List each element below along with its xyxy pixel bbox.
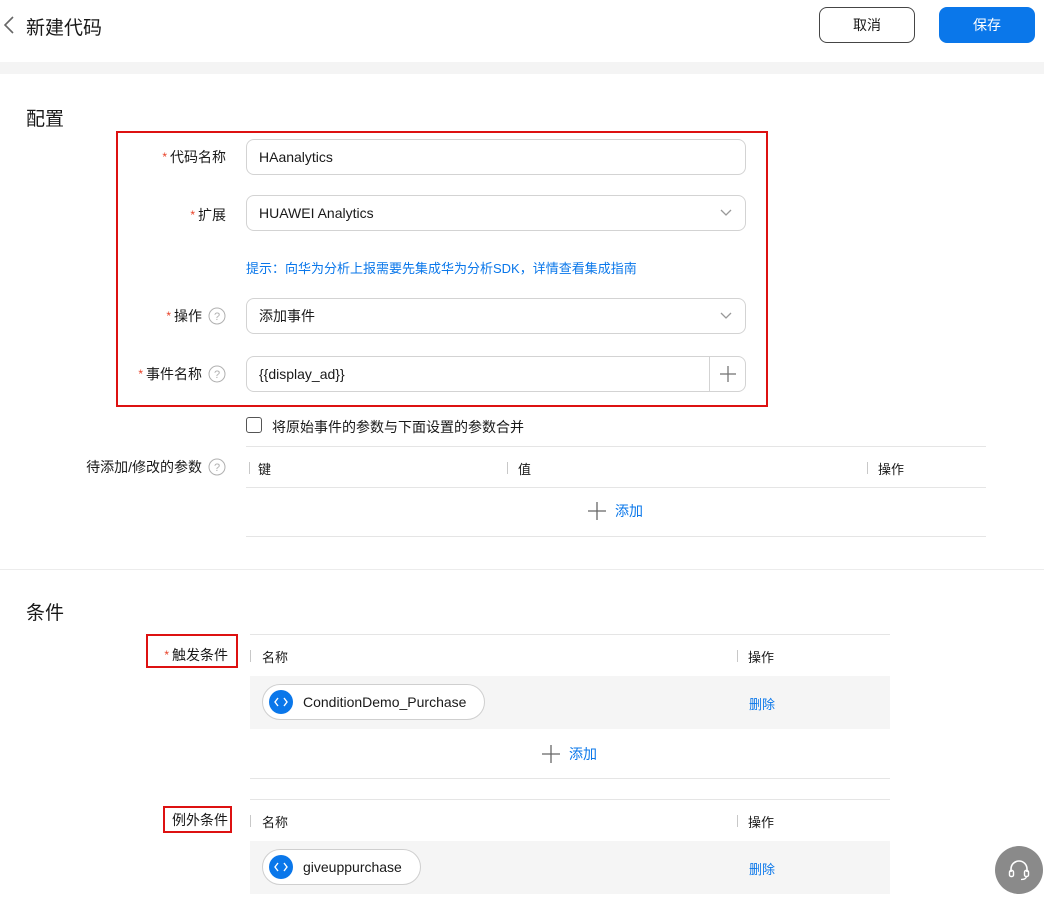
trigger-label: * 触发条件 (150, 646, 228, 664)
event-name-input[interactable]: {{display_ad}} (246, 356, 746, 392)
column-separator (507, 462, 508, 474)
conditions-section-title: 条件 (26, 603, 65, 624)
cancel-button[interactable]: 取消 (819, 7, 915, 43)
plus-icon (588, 502, 606, 520)
merge-params-label[interactable]: 将原始事件的参数与下面设置的参数合并 (272, 417, 524, 437)
delete-exception-button[interactable]: 删除 (749, 859, 775, 878)
code-icon (269, 690, 293, 714)
section-divider (0, 569, 1044, 570)
svg-text:?: ? (214, 462, 220, 474)
column-separator (867, 462, 868, 474)
trigger-label-text: 触发条件 (172, 647, 228, 663)
params-col-key: 键 (258, 461, 272, 477)
help-icon[interactable]: ? (208, 458, 226, 476)
params-header-line (246, 487, 986, 488)
operation-select[interactable]: 添加事件 (246, 298, 746, 334)
params-label-text: 待添加/修改的参数 (86, 459, 202, 475)
exception-col-action: 操作 (748, 814, 775, 830)
page-title: 新建代码 (26, 18, 103, 39)
extension-label: * 扩展 (100, 205, 226, 225)
help-icon[interactable]: ? (208, 307, 226, 325)
insert-variable-button[interactable] (709, 357, 745, 391)
integration-hint[interactable]: 提示：向华为分析上报需要先集成华为分析SDK，详情查看集成指南 (246, 258, 637, 277)
column-separator (250, 650, 251, 662)
code-name-value: HAanalytics (259, 149, 333, 165)
exception-condition-chip[interactable]: giveuppurchase (262, 849, 421, 885)
trigger-col-action: 操作 (748, 649, 775, 665)
plus-icon (542, 745, 560, 763)
add-trigger-label: 添加 (569, 746, 597, 762)
column-separator (737, 650, 738, 662)
extension-select[interactable]: HUAWEI Analytics (246, 195, 746, 231)
customer-support-button[interactable] (995, 846, 1043, 894)
svg-text:?: ? (214, 369, 220, 381)
event-name-value: {{display_ad}} (259, 366, 345, 382)
trigger-table-bottom-line (250, 778, 890, 779)
column-separator (250, 815, 251, 827)
trigger-table-top-line (250, 634, 890, 635)
trigger-condition-chip[interactable]: ConditionDemo_Purchase (262, 684, 486, 720)
exception-condition-name: giveuppurchase (303, 859, 402, 875)
column-separator (249, 462, 250, 474)
help-icon[interactable]: ? (208, 365, 226, 383)
required-marker: * (162, 150, 167, 164)
code-name-input[interactable]: HAanalytics (246, 139, 746, 175)
headset-icon (1008, 860, 1030, 881)
event-name-label: * 事件名称 ? (100, 364, 226, 384)
exception-table-top-line (250, 799, 890, 800)
exception-label-text: 例外条件 (172, 812, 228, 828)
chevron-down-icon (720, 312, 732, 319)
delete-trigger-button[interactable]: 删除 (749, 694, 775, 713)
params-table-top-line (246, 446, 986, 447)
save-button[interactable]: 保存 (939, 7, 1035, 43)
exception-col-name: 名称 (262, 814, 289, 830)
column-separator (737, 815, 738, 827)
required-marker: * (166, 309, 171, 323)
trigger-condition-name: ConditionDemo_Purchase (303, 694, 467, 710)
operation-label-text: 操作 (174, 308, 202, 324)
operation-value: 添加事件 (259, 308, 315, 324)
plus-icon (719, 366, 736, 382)
required-marker: * (138, 367, 143, 381)
required-marker: * (190, 208, 195, 222)
svg-text:?: ? (214, 311, 220, 323)
operation-label: * 操作 ? (100, 306, 226, 326)
code-name-label-text: 代码名称 (170, 149, 226, 165)
config-section-title: 配置 (26, 109, 65, 130)
extension-label-text: 扩展 (198, 207, 226, 223)
add-param-button[interactable]: 添加 (587, 501, 643, 521)
merge-params-checkbox[interactable] (246, 417, 262, 433)
add-trigger-button[interactable]: 添加 (541, 744, 597, 764)
add-param-label: 添加 (615, 503, 643, 519)
params-col-action: 操作 (878, 461, 905, 477)
exception-label: 例外条件 (166, 811, 228, 829)
header-divider-band (0, 62, 1044, 74)
code-name-label: * 代码名称 (100, 147, 226, 167)
params-table-bottom-line (246, 536, 986, 537)
required-marker: * (164, 648, 169, 662)
chevron-down-icon (720, 209, 732, 216)
params-label: 待添加/修改的参数 ? (60, 457, 226, 477)
event-name-label-text: 事件名称 (146, 366, 202, 382)
back-arrow-icon[interactable] (2, 14, 18, 36)
params-col-value: 值 (518, 461, 532, 477)
code-icon (269, 855, 293, 879)
trigger-col-name: 名称 (262, 649, 289, 665)
extension-value: HUAWEI Analytics (259, 205, 374, 221)
